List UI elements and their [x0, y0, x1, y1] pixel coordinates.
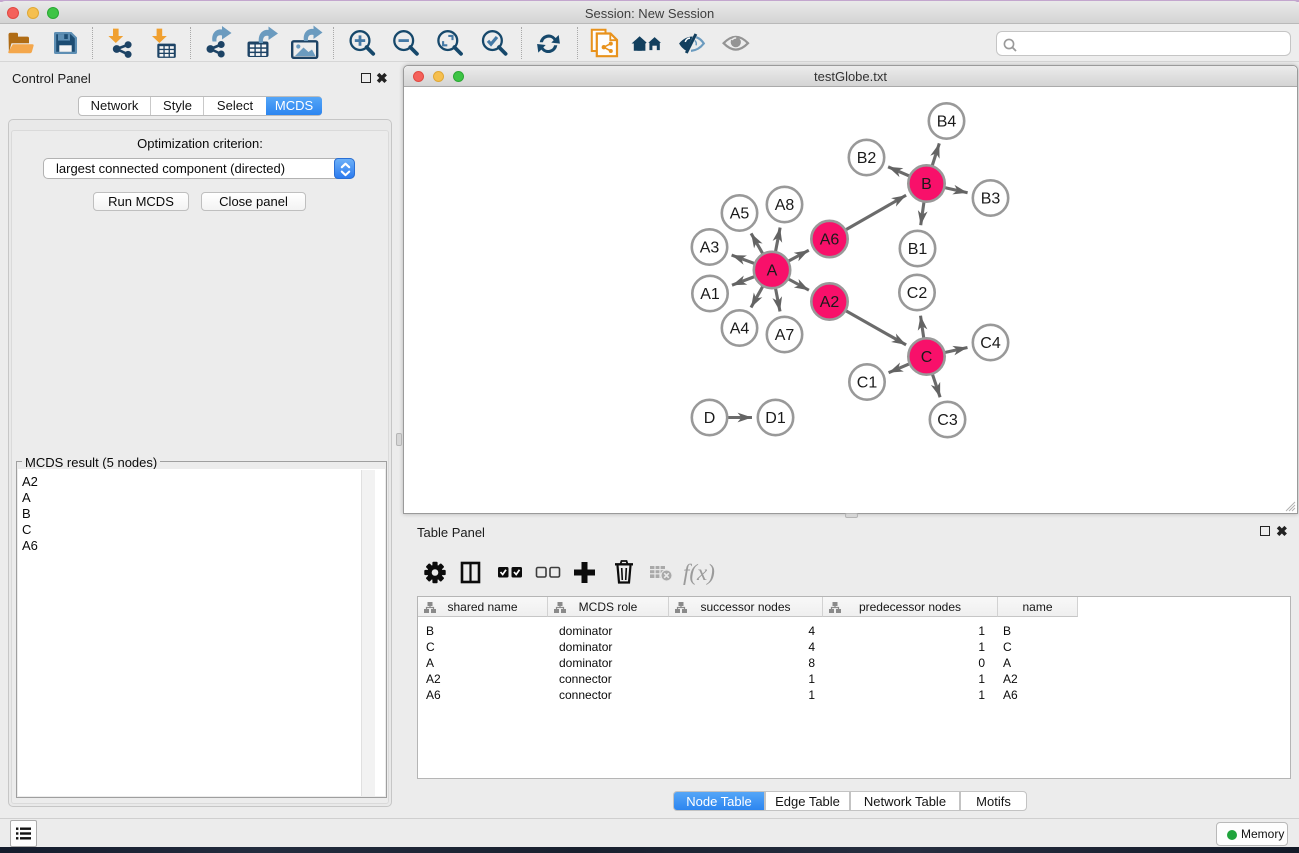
svg-text:A8: A8	[775, 197, 795, 214]
svg-text:D: D	[704, 410, 716, 427]
svg-text:C4: C4	[980, 335, 1001, 352]
svg-text:A5: A5	[730, 206, 750, 223]
svg-text:C: C	[921, 349, 933, 366]
svg-text:C3: C3	[937, 412, 958, 429]
svg-text:B: B	[921, 176, 932, 193]
svg-text:A4: A4	[730, 321, 750, 338]
svg-text:A3: A3	[700, 240, 720, 257]
svg-text:A2: A2	[820, 294, 840, 311]
svg-text:A6: A6	[820, 232, 840, 249]
svg-text:C2: C2	[907, 285, 928, 302]
svg-text:A7: A7	[775, 327, 795, 344]
svg-text:C1: C1	[857, 375, 878, 392]
svg-text:f(x): f(x)	[683, 560, 715, 585]
svg-text:B1: B1	[908, 241, 928, 258]
svg-text:B3: B3	[981, 191, 1001, 208]
svg-text:B4: B4	[937, 114, 957, 131]
svg-text:D1: D1	[765, 410, 786, 427]
svg-text:A1: A1	[700, 286, 720, 303]
svg-text:B2: B2	[857, 150, 877, 167]
svg-text:A: A	[767, 263, 778, 280]
